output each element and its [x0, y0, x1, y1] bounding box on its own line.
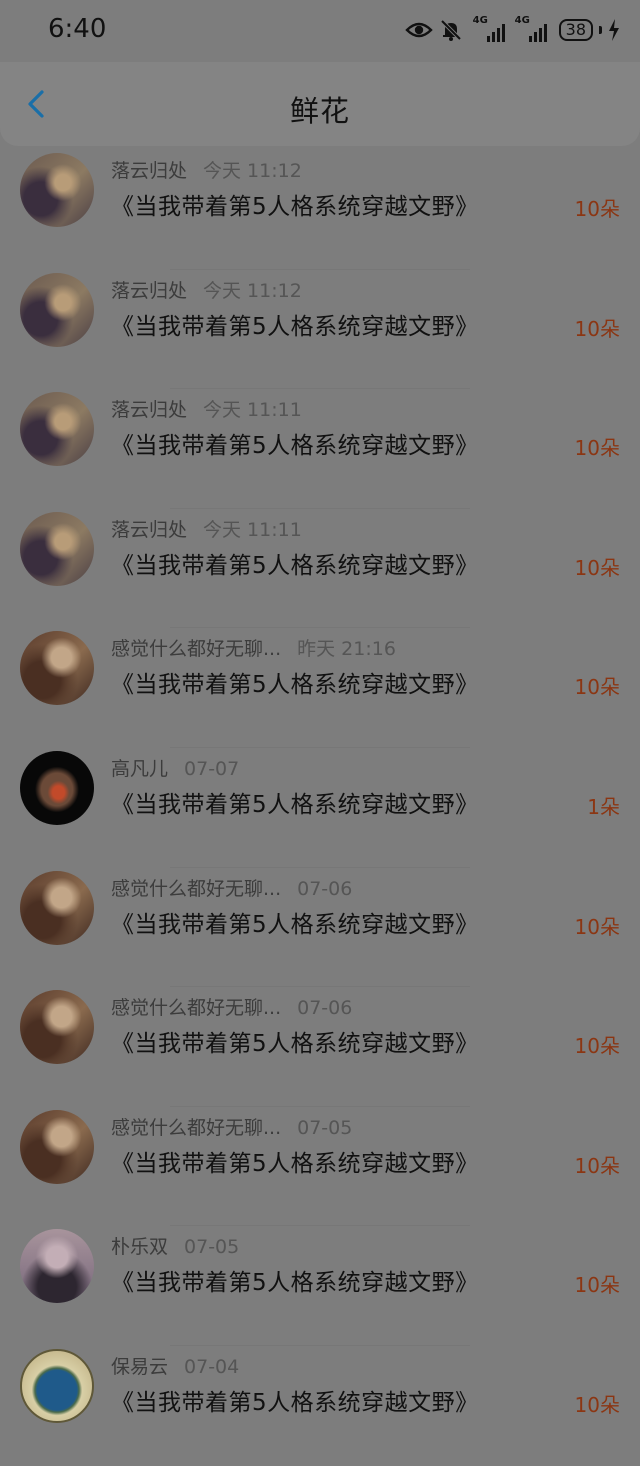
avatar[interactable] — [20, 1109, 94, 1184]
signal-4g-icon: 4G — [472, 15, 505, 42]
status-bar: 6:40 4G 4G 38 — [0, 0, 640, 62]
timestamp: 07-07 — [184, 757, 240, 780]
list-item[interactable]: 落云归处 今天 11:12 《当我带着第5人格系统穿越文野》 10朵 — [0, 270, 640, 390]
flower-count: 10朵 — [574, 1273, 620, 1298]
book-title: 《当我带着第5人格系统穿越文野》 — [111, 194, 479, 220]
username[interactable]: 落云归处 — [111, 519, 187, 541]
name-line: 高凡儿 07-07 — [111, 756, 239, 782]
avatar[interactable] — [20, 990, 94, 1065]
name-line: 落云归处 今天 11:11 — [111, 397, 302, 423]
flower-count: 10朵 — [574, 1034, 620, 1059]
username[interactable]: 落云归处 — [111, 280, 187, 302]
name-line: 朴乐双 07-05 — [111, 1234, 239, 1260]
flower-count: 10朵 — [574, 914, 620, 939]
timestamp: 07-05 — [184, 1236, 240, 1259]
book-title: 《当我带着第5人格系统穿越文野》 — [111, 672, 479, 699]
bell-off-icon — [440, 19, 462, 41]
page-title: 鲜花 — [289, 94, 350, 128]
flower-count: 10朵 — [574, 675, 620, 700]
flower-count: 10朵 — [574, 436, 620, 461]
timestamp: 07-06 — [297, 997, 353, 1020]
timestamp: 今天 11:11 — [203, 518, 302, 541]
list-item[interactable]: 朴乐双 07-05 《当我带着第5人格系统穿越文野》 10朵 — [0, 1226, 640, 1346]
avatar[interactable] — [20, 153, 94, 227]
flower-count: 10朵 — [574, 316, 620, 341]
book-title: 《当我带着第5人格系统穿越文野》 — [111, 1389, 479, 1416]
book-title: 《当我带着第5人格系统穿越文野》 — [111, 1150, 479, 1177]
avatar[interactable] — [20, 511, 94, 586]
avatar[interactable] — [20, 631, 94, 706]
timestamp: 今天 11:11 — [203, 399, 302, 422]
name-line: 感觉什么都好无聊... 07-06 — [111, 995, 352, 1021]
name-line: 落云归处 今天 11:11 — [111, 517, 302, 543]
status-icons: 4G 4G 38 — [404, 15, 620, 42]
timestamp: 07-04 — [184, 1355, 240, 1378]
name-line: 落云归处 今天 11:12 — [111, 278, 302, 304]
book-title: 《当我带着第5人格系统穿越文野》 — [111, 791, 479, 818]
avatar[interactable] — [20, 750, 94, 825]
book-title: 《当我带着第5人格系统穿越文野》 — [111, 433, 479, 460]
book-title: 《当我带着第5人格系统穿越文野》 — [111, 1270, 479, 1297]
username[interactable]: 感觉什么都好无聊... — [111, 878, 281, 900]
timestamp: 昨天 21:16 — [297, 638, 396, 661]
flower-list: 落云归处 今天 11:12 《当我带着第5人格系统穿越文野》 10朵 落云归处 今天… — [0, 150, 640, 1466]
flower-count: 1朵 — [587, 794, 620, 819]
charging-icon — [609, 19, 619, 41]
name-line: 感觉什么都好无聊... 昨天 21:16 — [111, 636, 396, 662]
list-item[interactable]: 感觉什么都好无聊... 昨天 21:16 《当我带着第5人格系统穿越文野》 10朵 — [0, 628, 640, 748]
battery-icon: 38 — [558, 19, 593, 41]
eye-icon — [404, 22, 433, 38]
flower-count: 10朵 — [574, 197, 620, 221]
list-item[interactable]: 高凡儿 07-07 《当我带着第5人格系统穿越文野》 1朵 — [0, 748, 640, 868]
username[interactable]: 朴乐双 — [111, 1236, 168, 1258]
flower-count: 10朵 — [574, 555, 620, 580]
username[interactable]: 感觉什么都好无聊... — [111, 638, 281, 660]
network-type-label: 4G — [472, 15, 488, 26]
list-item[interactable]: 落云归处 今天 11:11 《当我带着第5人格系统穿越文野》 10朵 — [0, 509, 640, 629]
list-item[interactable]: 感觉什么都好无聊... 07-05 《当我带着第5人格系统穿越文野》 10朵 — [0, 1107, 640, 1227]
flower-count: 10朵 — [574, 1153, 620, 1178]
username[interactable]: 高凡儿 — [111, 758, 168, 780]
list-item[interactable]: 感觉什么都好无聊... 07-06 《当我带着第5人格系统穿越文野》 10朵 — [0, 987, 640, 1107]
timestamp: 今天 11:12 — [203, 279, 302, 302]
avatar[interactable] — [20, 392, 94, 467]
avatar[interactable] — [20, 272, 94, 347]
username[interactable]: 感觉什么都好无聊... — [111, 1117, 281, 1139]
avatar[interactable] — [20, 1229, 94, 1304]
timestamp: 07-06 — [297, 877, 353, 900]
flower-count: 10朵 — [574, 1392, 620, 1417]
book-title: 《当我带着第5人格系统穿越文野》 — [111, 552, 479, 579]
username[interactable]: 感觉什么都好无聊... — [111, 997, 281, 1019]
list-item[interactable]: 落云归处 今天 11:11 《当我带着第5人格系统穿越文野》 10朵 — [0, 389, 640, 509]
book-title: 《当我带着第5人格系统穿越文野》 — [111, 911, 479, 938]
name-line: 感觉什么都好无聊... 07-05 — [111, 1115, 352, 1141]
list-item[interactable]: 落云归处 今天 11:12 《当我带着第5人格系统穿越文野》 10朵 — [0, 150, 640, 270]
title-bar: 鲜花 — [0, 62, 640, 146]
battery-nub — [599, 26, 602, 34]
name-line: 保易云 07-04 — [111, 1354, 239, 1380]
avatar[interactable] — [20, 870, 94, 945]
username[interactable]: 落云归处 — [111, 160, 187, 182]
name-line: 落云归处 今天 11:12 — [111, 158, 302, 184]
book-title: 《当我带着第5人格系统穿越文野》 — [111, 1031, 479, 1058]
timestamp: 07-05 — [297, 1116, 353, 1139]
signal-4g-icon: 4G — [514, 15, 547, 42]
network-type-label: 4G — [514, 15, 530, 26]
list-item[interactable]: 感觉什么都好无聊... 07-06 《当我带着第5人格系统穿越文野》 10朵 — [0, 868, 640, 988]
username[interactable]: 落云归处 — [111, 399, 187, 421]
timestamp: 今天 11:12 — [203, 160, 302, 182]
book-title: 《当我带着第5人格系统穿越文野》 — [111, 313, 479, 340]
list-item[interactable]: 保易云 07-04 《当我带着第5人格系统穿越文野》 10朵 — [0, 1346, 640, 1466]
username[interactable]: 保易云 — [111, 1356, 168, 1378]
name-line: 感觉什么都好无聊... 07-06 — [111, 876, 352, 902]
avatar[interactable] — [20, 1348, 94, 1423]
status-time: 6:40 — [48, 14, 107, 44]
